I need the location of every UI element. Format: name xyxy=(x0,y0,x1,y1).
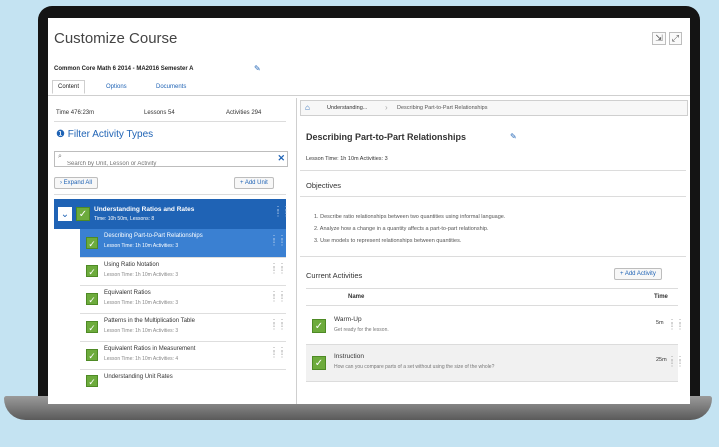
summary-lessons: Lessons 54 xyxy=(144,110,175,116)
expand-icon[interactable]: ⤢ xyxy=(668,32,682,45)
add-unit-button[interactable]: + Add Unit xyxy=(234,177,274,189)
tab-bar xyxy=(48,81,690,96)
activity-desc: How can you compare parts of a set witho… xyxy=(334,364,495,370)
breadcrumb-parent[interactable]: Understanding... xyxy=(327,105,367,111)
tab-documents[interactable]: Documents xyxy=(156,84,186,90)
lesson-title: Patterns in the Multiplication Table xyxy=(104,318,195,324)
drag-handle-icon[interactable]: ⋮⋮ ⋮⋮ xyxy=(668,356,684,368)
tab-options[interactable]: Options xyxy=(106,84,127,90)
detail-divider xyxy=(300,170,686,171)
objectives-end-divider xyxy=(300,256,686,257)
lesson-title: Equivalent Ratios xyxy=(104,290,151,296)
lesson-meta: Lesson Time: 1h 10m Activities: 4 xyxy=(104,356,179,362)
drag-handle-icon[interactable]: ⋮⋮ ⋮⋮ xyxy=(270,319,286,331)
table-top-divider xyxy=(306,288,678,289)
lesson-checkbox[interactable]: ✓ xyxy=(86,237,98,249)
add-activity-button[interactable]: + Add Activity xyxy=(614,268,662,280)
column-header-name: Name xyxy=(348,294,365,300)
objective-item: 2. Analyze how a change in a quantity af… xyxy=(314,226,489,232)
search-icon: ⌕ xyxy=(58,153,62,160)
summary-time: Time 476:23m xyxy=(56,110,95,116)
expand-all-button[interactable]: › Expand All xyxy=(54,177,99,189)
filter-label: Filter Activity Types xyxy=(67,129,154,140)
lesson-item-unit-rates[interactable]: ✓ Understanding Unit Rates xyxy=(80,369,286,397)
activity-checkbox[interactable]: ✓ xyxy=(312,356,326,370)
list-divider xyxy=(54,194,286,195)
breadcrumb-current: Describing Part-to-Part Relationships xyxy=(397,105,488,111)
window-controls: ⇲ ⤢ xyxy=(649,32,682,45)
home-icon[interactable]: ⌂ xyxy=(305,103,310,112)
edit-lesson-pencil-icon[interactable]: ✎ xyxy=(510,132,517,141)
course-subtitle: Common Core Math 6 2014 - MA2016 Semeste… xyxy=(54,66,194,72)
activity-row-warm-up[interactable]: ✓ Warm-Up Get ready for the lesson. 5m ⋮… xyxy=(306,308,684,345)
lesson-item-patterns-multiplication[interactable]: ✓ Patterns in the Multiplication Table L… xyxy=(80,313,286,342)
drag-handle-icon[interactable]: ⋮⋮ ⋮⋮ xyxy=(668,319,684,331)
activity-row-instruction[interactable]: ✓ Instruction How can you compare parts … xyxy=(306,345,684,382)
lesson-title: Describing Part-to-Part Relationships xyxy=(104,233,203,239)
unit-row[interactable]: ⌄ ✓ Understanding Ratios and Rates Time:… xyxy=(54,199,290,229)
table-header-divider xyxy=(306,305,678,306)
lesson-checkbox[interactable]: ✓ xyxy=(86,321,98,333)
lesson-item-equivalent-ratios[interactable]: ✓ Equivalent Ratios Lesson Time: 1h 10m … xyxy=(80,285,286,314)
lesson-checkbox[interactable]: ✓ xyxy=(86,265,98,277)
lesson-heading: Describing Part-to-Part Relationships xyxy=(306,132,467,142)
clear-search-icon[interactable]: ✕ xyxy=(277,153,285,164)
filter-icon: ❶ xyxy=(56,129,65,140)
activity-time: 25m xyxy=(656,357,667,363)
lesson-checkbox[interactable]: ✓ xyxy=(86,293,98,305)
activity-name[interactable]: Warm-Up xyxy=(334,316,362,323)
drag-handle-icon[interactable]: ⋮⋮ ⋮⋮ xyxy=(270,347,286,359)
drag-handle-icon[interactable]: ⋮⋮ ⋮⋮ xyxy=(274,206,290,218)
summary-divider xyxy=(54,121,286,122)
breadcrumb-separator-icon: › xyxy=(385,103,388,112)
objective-item: 1. Describe ratio relationships between … xyxy=(314,214,506,220)
current-activities-heading: Current Activities xyxy=(306,271,363,280)
objectives-heading: Objectives xyxy=(306,181,342,190)
collapse-icon[interactable]: ⇲ xyxy=(652,32,666,45)
app-screen: Customize Course ⇲ ⤢ Common Core Math 6 2… xyxy=(48,18,690,404)
activity-time: 5m xyxy=(656,320,664,326)
expand-all-label: Expand All xyxy=(63,180,93,186)
lesson-meta: Lesson Time: 1h 10m Activities: 3 xyxy=(104,272,179,278)
objective-item: 3. Use models to represent relationships… xyxy=(314,238,462,244)
lesson-title: Equivalent Ratios in Measurement xyxy=(104,346,196,352)
drag-handle-icon[interactable]: ⋮⋮ ⋮⋮ xyxy=(270,263,286,275)
chevron-right-icon: › xyxy=(60,180,62,186)
breadcrumb: ⌂ Understanding... › Describing Part-to-… xyxy=(300,100,688,116)
collapse-chevron-icon[interactable]: ⌄ xyxy=(58,207,72,221)
column-header-time: Time xyxy=(654,294,668,300)
activity-checkbox[interactable]: ✓ xyxy=(312,319,326,333)
lesson-detail-meta: Lesson Time: 1h 10m Activities: 3 xyxy=(306,156,388,162)
lesson-checkbox[interactable]: ✓ xyxy=(86,349,98,361)
activity-desc: Get ready for the lesson. xyxy=(334,327,389,333)
lesson-meta: Lesson Time: 1h 10m Activities: 3 xyxy=(104,328,179,334)
search-field[interactable]: ⌕ ✕ xyxy=(54,151,288,167)
unit-meta: Time: 10h 50m, Lessons: 8 xyxy=(94,216,155,222)
lesson-checkbox[interactable]: ✓ xyxy=(86,375,98,387)
lesson-item-using-ratio-notation[interactable]: ✓ Using Ratio Notation Lesson Time: 1h 1… xyxy=(80,257,286,286)
summary-activities: Activities 294 xyxy=(226,110,262,116)
search-input[interactable] xyxy=(67,161,257,167)
panel-divider xyxy=(296,98,297,404)
page-title: Customize Course xyxy=(54,30,178,47)
activity-name[interactable]: Instruction xyxy=(334,353,364,360)
filter-activity-types-link[interactable]: ❶ Filter Activity Types xyxy=(56,129,153,140)
lesson-item-equivalent-ratios-measurement[interactable]: ✓ Equivalent Ratios in Measurement Lesso… xyxy=(80,341,286,370)
lesson-meta: Lesson Time: 1h 10m Activities: 3 xyxy=(104,243,179,249)
lesson-title: Understanding Unit Rates xyxy=(104,374,173,380)
edit-course-pencil-icon[interactable]: ✎ xyxy=(254,64,261,73)
drag-handle-icon[interactable]: ⋮⋮ ⋮⋮ xyxy=(270,235,286,247)
unit-title: Understanding Ratios and Rates xyxy=(94,206,195,213)
tab-content[interactable]: Content xyxy=(51,80,86,94)
lesson-title: Using Ratio Notation xyxy=(104,262,160,268)
drag-handle-icon[interactable]: ⋮⋮ ⋮⋮ xyxy=(270,291,286,303)
lesson-item-describing-part-to-part[interactable]: ✓ Describing Part-to-Part Relationships … xyxy=(80,229,286,258)
objectives-divider xyxy=(300,196,686,197)
lesson-meta: Lesson Time: 1h 10m Activities: 3 xyxy=(104,300,179,306)
unit-checkbox[interactable]: ✓ xyxy=(76,207,90,221)
